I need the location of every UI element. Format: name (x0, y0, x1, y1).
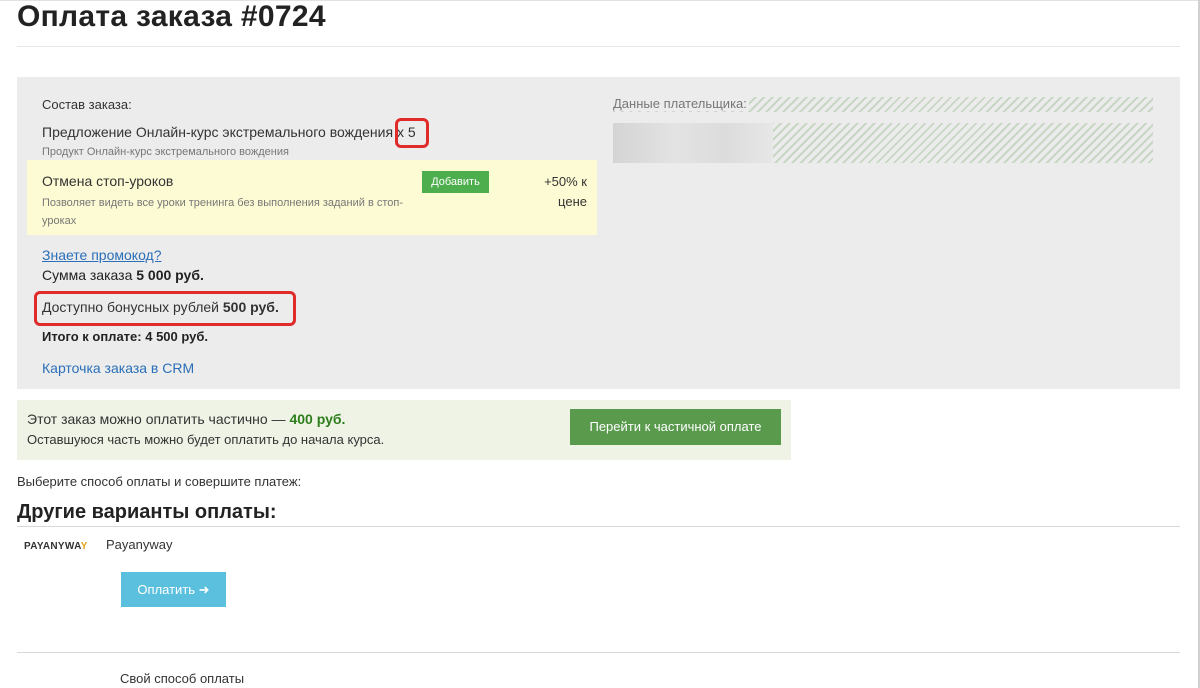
partial-payment-button[interactable]: Перейти к частичной оплате (570, 409, 781, 445)
partial-payment-amount: 400 руб. (289, 411, 346, 427)
arrow-right-icon: ➜ (198, 582, 210, 597)
total-value: 4 500 руб. (145, 329, 209, 344)
promo-code-link[interactable]: Знаете промокод? (42, 247, 162, 263)
pay-button[interactable]: Оплатить ➜ (121, 572, 226, 607)
offer-text: Предложение Онлайн-курс экстремального в… (42, 124, 394, 140)
pay-button-label: Оплатить (137, 582, 196, 597)
payanyway-logo-text: PAYANYWA (24, 541, 81, 552)
order-sum: Сумма заказа 5 000 руб. (42, 267, 204, 283)
payanyway-name: Payanyway (106, 537, 173, 552)
product-line: Продукт Онлайн-курс экстремального вожде… (42, 146, 289, 158)
payanyway-logo-accent: Y (80, 541, 88, 552)
total-label: Итого к оплате: (42, 329, 142, 344)
payer-data-redacted (613, 123, 1153, 163)
payer-data-blurred (613, 123, 773, 163)
upsell-description: Позволяет видеть все уроки тренинга без … (42, 197, 404, 227)
order-composition-label: Состав заказа: (42, 97, 132, 112)
title-divider (17, 46, 1180, 47)
partial-payment-prefix: Этот заказ можно оплатить частично — (27, 411, 286, 427)
bonus-value: 500 руб. (222, 299, 279, 315)
other-methods-divider (17, 526, 1180, 527)
payanyway-logo: PAYANYWAY (24, 541, 88, 552)
total-to-pay: Итого к оплате: 4 500 руб. (42, 329, 208, 344)
offer-line: Предложение Онлайн-курс экстремального в… (42, 124, 416, 140)
upsell-card: Отмена стоп-уроков Позволяет видеть все … (27, 160, 597, 235)
page-title: Оплата заказа #0724 (17, 0, 326, 33)
choose-method-text: Выберите способ оплаты и совершите плате… (17, 474, 302, 489)
order-sum-value: 5 000 руб. (136, 267, 204, 283)
upsell-price-line2: цене (558, 194, 587, 209)
bottom-divider (17, 652, 1180, 653)
upsell-price-line1: +50% к (544, 174, 587, 189)
add-upsell-button[interactable]: Добавить (422, 171, 489, 193)
crm-card-link[interactable]: Карточка заказа в CRM (42, 360, 194, 376)
other-methods-heading: Другие варианты оплаты: (17, 501, 277, 523)
bonus-available: Доступно бонусных рублей 500 руб. (42, 299, 279, 315)
upsell-price: +50% к цене (537, 172, 587, 212)
bonus-label: Доступно бонусных рублей (42, 299, 219, 315)
upsell-title: Отмена стоп-уроков (42, 173, 174, 189)
own-payment-method[interactable]: Свой способ оплаты (120, 671, 244, 686)
order-panel: Состав заказа: Предложение Онлайн-курс э… (17, 77, 1180, 389)
order-sum-label: Сумма заказа (42, 267, 133, 283)
partial-payment-panel: Этот заказ можно оплатить частично — 400… (17, 400, 791, 460)
quantity-highlight (395, 118, 429, 148)
payer-data-label: Данные плательщика: (613, 96, 749, 111)
partial-payment-note: Этот заказ можно оплатить частично — 400… (27, 411, 345, 427)
partial-payment-remainder: Оставшуюся часть можно будет оплатить до… (27, 432, 385, 447)
